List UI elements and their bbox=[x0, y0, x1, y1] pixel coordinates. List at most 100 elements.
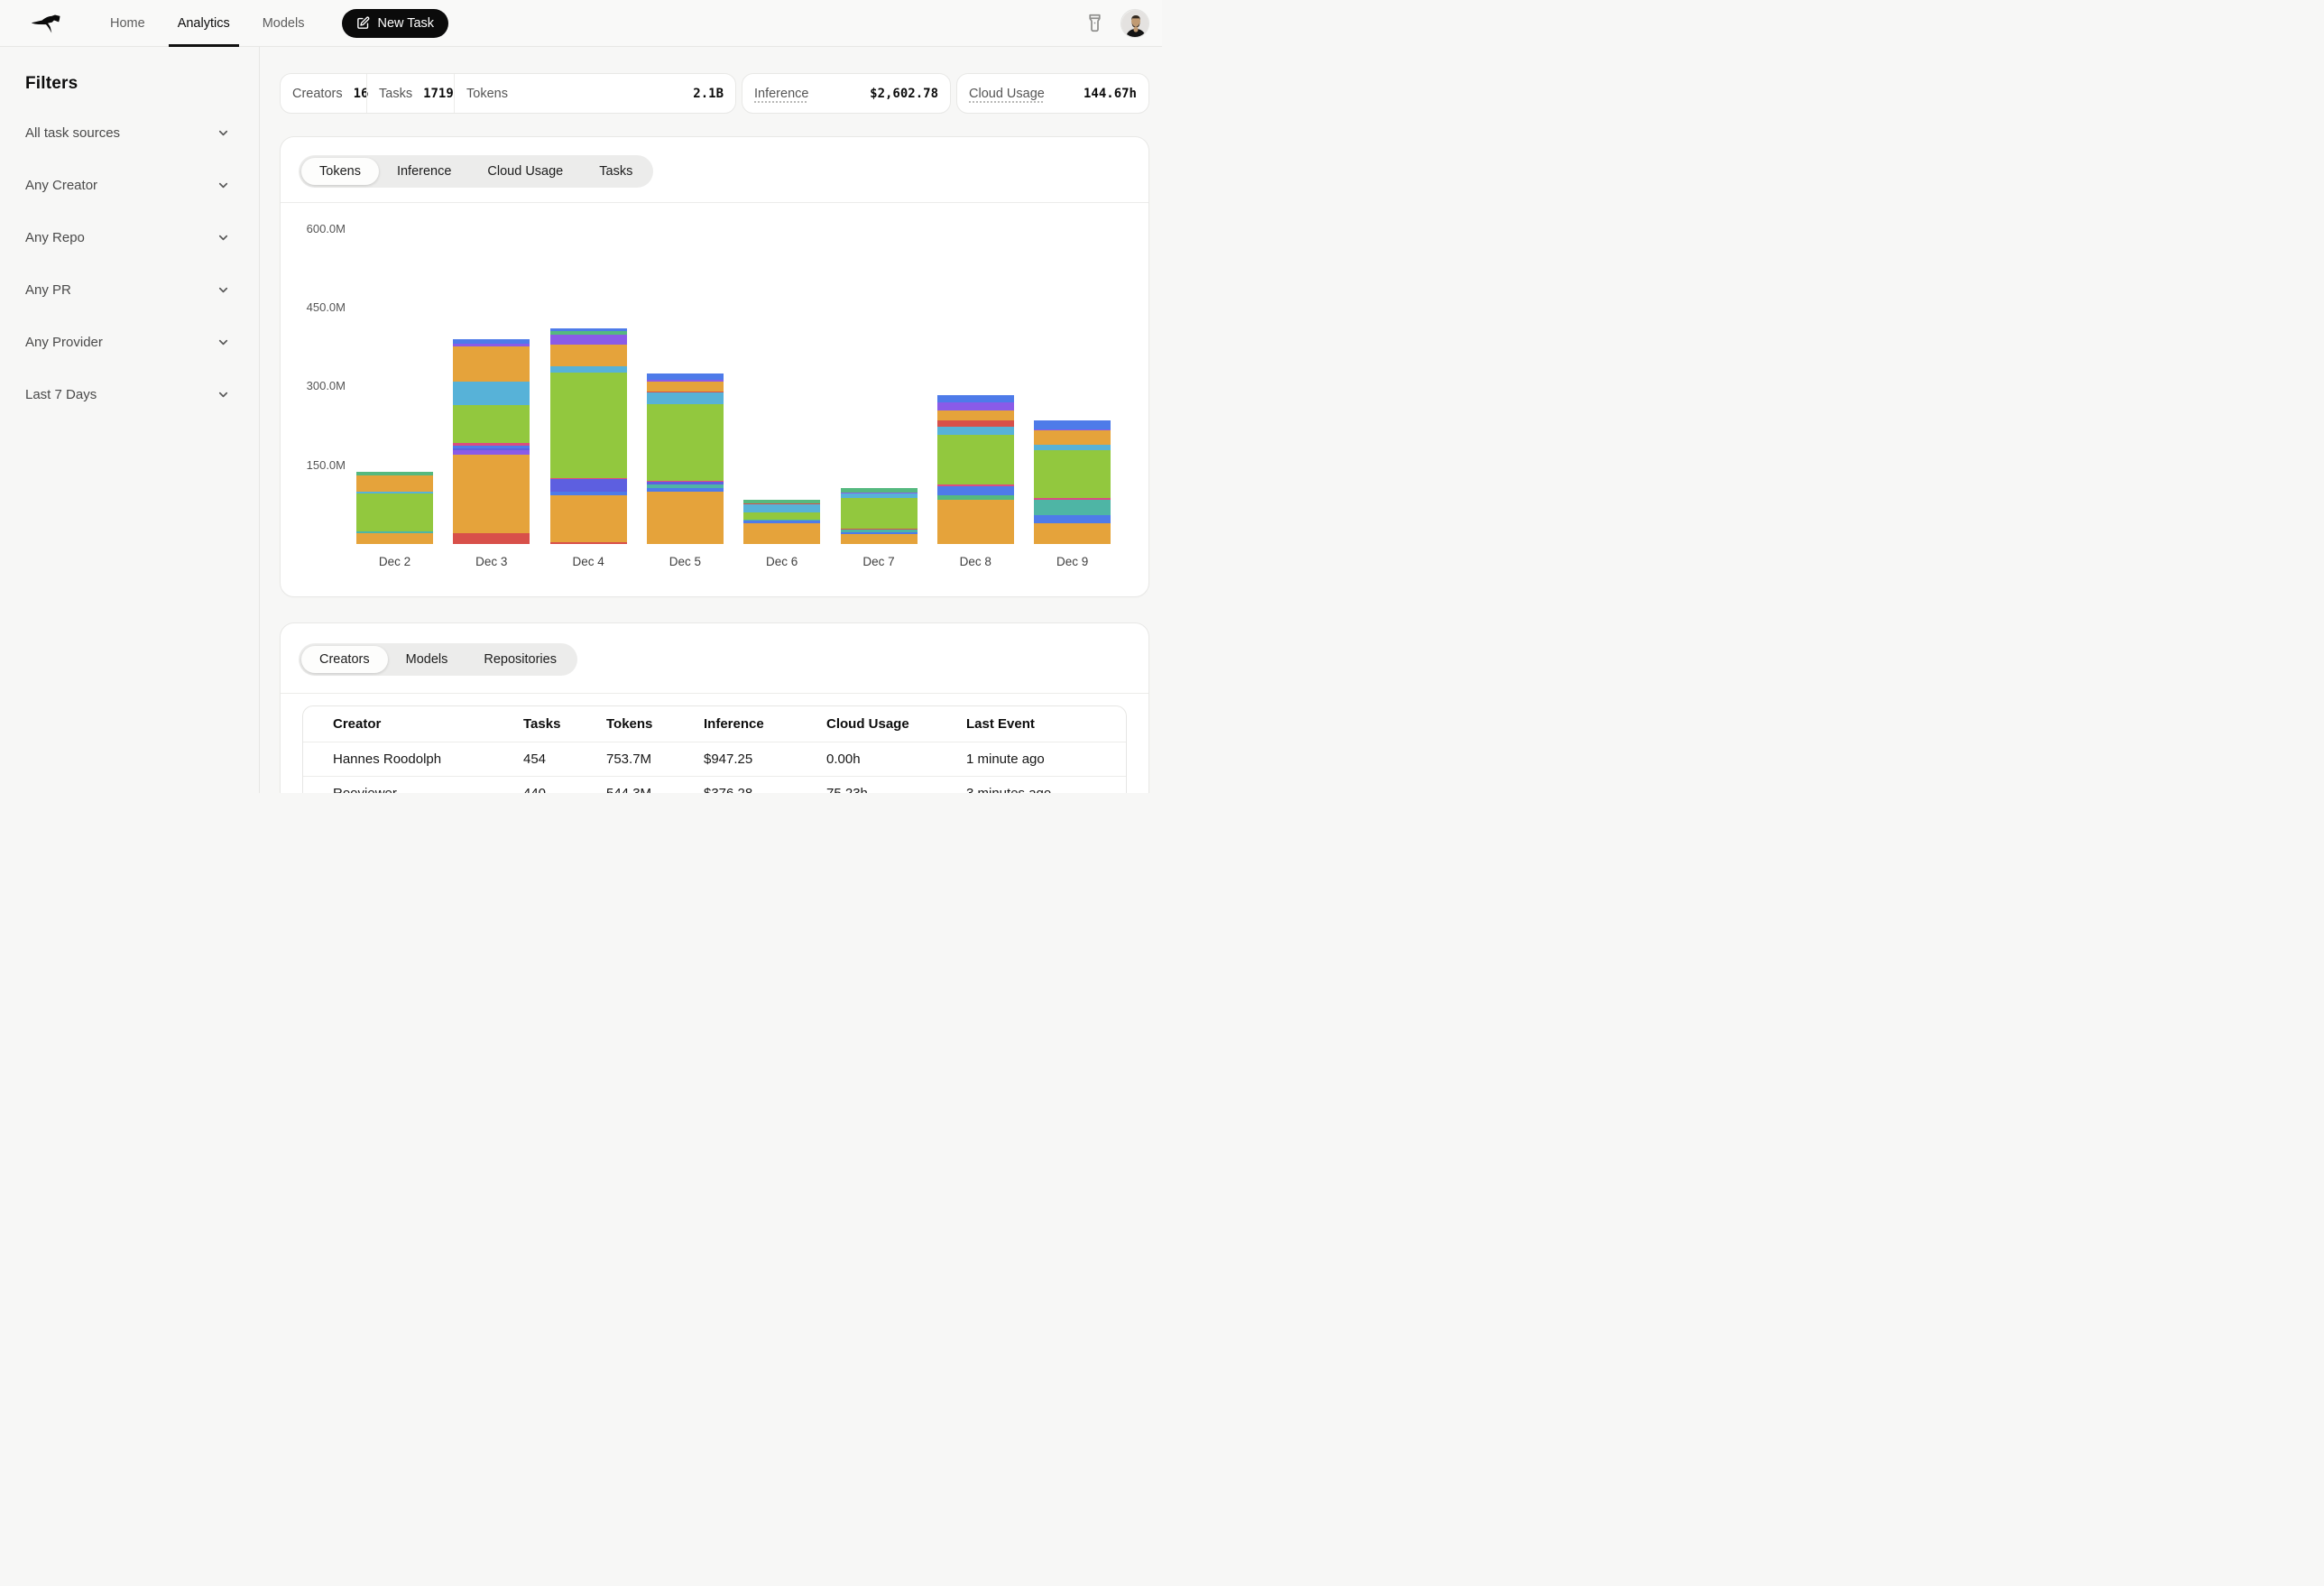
stat-label: Creators bbox=[292, 87, 343, 101]
stat-label[interactable]: Cloud Usage bbox=[969, 87, 1045, 101]
column-header-tokens: Tokens bbox=[606, 716, 704, 732]
new-task-button[interactable]: New Task bbox=[342, 9, 448, 38]
filter-dropdown-any-pr[interactable]: Any PR bbox=[25, 263, 259, 316]
table-row[interactable]: Hannes Roodolph454753.7M$947.250.00h1 mi… bbox=[303, 742, 1126, 776]
bar-segment-green[interactable] bbox=[743, 512, 820, 520]
bar-segment-green[interactable] bbox=[647, 404, 724, 482]
y-axis-tick-label: 600.0M bbox=[281, 222, 346, 235]
cell-inference: $376.28 bbox=[704, 786, 826, 793]
bar-segment-orange[interactable] bbox=[647, 382, 724, 392]
table-wrap: CreatorTasksTokensInferenceCloud UsageLa… bbox=[281, 694, 1148, 793]
bar-segment-orange[interactable] bbox=[1034, 430, 1111, 445]
bar-segment-sky[interactable] bbox=[550, 366, 627, 373]
bar-segment-sky[interactable] bbox=[743, 504, 820, 512]
creators-table: CreatorTasksTokensInferenceCloud UsageLa… bbox=[302, 705, 1127, 793]
bar-segment-orange[interactable] bbox=[937, 410, 1014, 421]
bar-segment-orange[interactable] bbox=[937, 500, 1014, 544]
bar-segment-green[interactable] bbox=[356, 493, 433, 531]
bar-segment-green[interactable] bbox=[453, 405, 530, 443]
bar-segment-orange[interactable] bbox=[841, 534, 918, 544]
bar-segment-purple[interactable] bbox=[550, 335, 627, 345]
bar-segment-royal_blue[interactable] bbox=[937, 395, 1014, 402]
bar-segment-green[interactable] bbox=[937, 435, 1014, 484]
filter-list: All task sourcesAny CreatorAny RepoAny P… bbox=[25, 106, 259, 420]
bar-segment-orange[interactable] bbox=[1034, 523, 1111, 544]
edit-icon bbox=[356, 16, 370, 30]
content-shell: Filters All task sourcesAny CreatorAny R… bbox=[0, 47, 1162, 793]
flashlight-icon-button[interactable] bbox=[1082, 10, 1108, 36]
bar-dec-8[interactable] bbox=[937, 395, 1014, 544]
bar-segment-sky[interactable] bbox=[453, 382, 530, 405]
column-header-inference[interactable]: Inference bbox=[704, 716, 826, 732]
bar-segment-orange[interactable] bbox=[550, 345, 627, 366]
bar-segment-red[interactable] bbox=[453, 533, 530, 544]
filter-dropdown-any-provider[interactable]: Any Provider bbox=[25, 316, 259, 368]
stat-card: Inference $2,602.78 bbox=[742, 73, 951, 114]
nav-item-home[interactable]: Home bbox=[94, 0, 161, 46]
bar-segment-sky[interactable] bbox=[647, 392, 724, 403]
stat-card: Cloud Usage 144.67h bbox=[956, 73, 1149, 114]
chart-tab-tokens[interactable]: Tokens bbox=[301, 158, 379, 185]
chevron-down-icon bbox=[217, 231, 230, 244]
bar-segment-green[interactable] bbox=[841, 498, 918, 529]
bar-segment-royal_blue[interactable] bbox=[937, 486, 1014, 495]
bar-segment-orange[interactable] bbox=[453, 346, 530, 383]
bar-segment-sky[interactable] bbox=[937, 427, 1014, 435]
x-axis-tick-label: Dec 6 bbox=[743, 555, 820, 568]
main-nav: Home Analytics Models bbox=[94, 0, 320, 46]
bar-dec-2[interactable] bbox=[356, 472, 433, 544]
bar-segment-orange[interactable] bbox=[356, 475, 433, 492]
breakdown-tab-repositories[interactable]: Repositories bbox=[466, 646, 575, 673]
bar-segment-teal[interactable] bbox=[1034, 500, 1111, 515]
cell-inference: $947.25 bbox=[704, 752, 826, 767]
stat-label[interactable]: Inference bbox=[754, 87, 808, 101]
bar-dec-9[interactable] bbox=[1034, 420, 1111, 544]
stat-inference: Inference $2,602.78 bbox=[742, 74, 950, 113]
bar-segment-green[interactable] bbox=[550, 373, 627, 477]
filter-label: All task sources bbox=[25, 125, 120, 141]
filter-dropdown-last-7-days[interactable]: Last 7 Days bbox=[25, 368, 259, 420]
bar-segment-green[interactable] bbox=[1034, 450, 1111, 498]
bar-segment-orange[interactable] bbox=[550, 495, 627, 542]
kangaroo-logo-icon bbox=[27, 8, 69, 39]
filters-sidebar: Filters All task sourcesAny CreatorAny R… bbox=[0, 47, 260, 793]
stat-value: 1719 bbox=[423, 87, 454, 101]
column-header-cloud-usage[interactable]: Cloud Usage bbox=[826, 716, 966, 732]
stat-creators: Creators16 bbox=[281, 74, 366, 113]
bar-segment-orange[interactable] bbox=[743, 523, 820, 544]
stat-value: 144.67h bbox=[1084, 87, 1137, 101]
bar-segment-orange[interactable] bbox=[647, 492, 724, 544]
chart-tab-cloud-usage[interactable]: Cloud Usage bbox=[469, 158, 581, 185]
table-row[interactable]: Rooviewer440544.3M$376.2875.23h3 minutes… bbox=[303, 776, 1126, 793]
nav-item-analytics[interactable]: Analytics bbox=[161, 0, 246, 46]
user-avatar[interactable] bbox=[1120, 9, 1149, 38]
stat-value: $2,602.78 bbox=[870, 87, 938, 101]
breakdown-tab-models[interactable]: Models bbox=[388, 646, 466, 673]
cell-creator: Hannes Roodolph bbox=[333, 752, 523, 767]
chart-tab-tasks[interactable]: Tasks bbox=[581, 158, 650, 185]
bar-segment-orange[interactable] bbox=[453, 455, 530, 533]
bar-segment-royal_blue[interactable] bbox=[1034, 420, 1111, 429]
bar-dec-6[interactable] bbox=[743, 500, 820, 544]
filter-dropdown-any-repo[interactable]: Any Repo bbox=[25, 211, 259, 263]
filter-dropdown-all-task-sources[interactable]: All task sources bbox=[25, 106, 259, 159]
bar-segment-indigo[interactable] bbox=[550, 479, 627, 492]
y-axis-tick-label: 150.0M bbox=[281, 458, 346, 472]
table-header-row: CreatorTasksTokensInferenceCloud UsageLa… bbox=[303, 706, 1126, 742]
bar-segment-red[interactable] bbox=[550, 542, 627, 544]
bar-dec-3[interactable] bbox=[453, 339, 530, 544]
filter-label: Any Provider bbox=[25, 335, 103, 350]
main-content: Creators16Tasks1719Tokens2.1BInference$2… bbox=[260, 47, 1162, 793]
filter-dropdown-any-creator[interactable]: Any Creator bbox=[25, 159, 259, 211]
nav-item-models[interactable]: Models bbox=[246, 0, 321, 46]
bar-segment-orange[interactable] bbox=[356, 533, 433, 544]
bar-dec-5[interactable] bbox=[647, 373, 724, 544]
bar-segment-royal_blue[interactable] bbox=[1034, 515, 1111, 523]
cell-tokens: 544.3M bbox=[606, 786, 704, 793]
chart-tab-inference[interactable]: Inference bbox=[379, 158, 469, 185]
bar-segment-royal_blue[interactable] bbox=[647, 373, 724, 380]
breakdown-tab-creators[interactable]: Creators bbox=[301, 646, 388, 673]
bar-dec-7[interactable] bbox=[841, 488, 918, 544]
bar-dec-4[interactable] bbox=[550, 328, 627, 544]
bar-segment-purple[interactable] bbox=[937, 402, 1014, 410]
